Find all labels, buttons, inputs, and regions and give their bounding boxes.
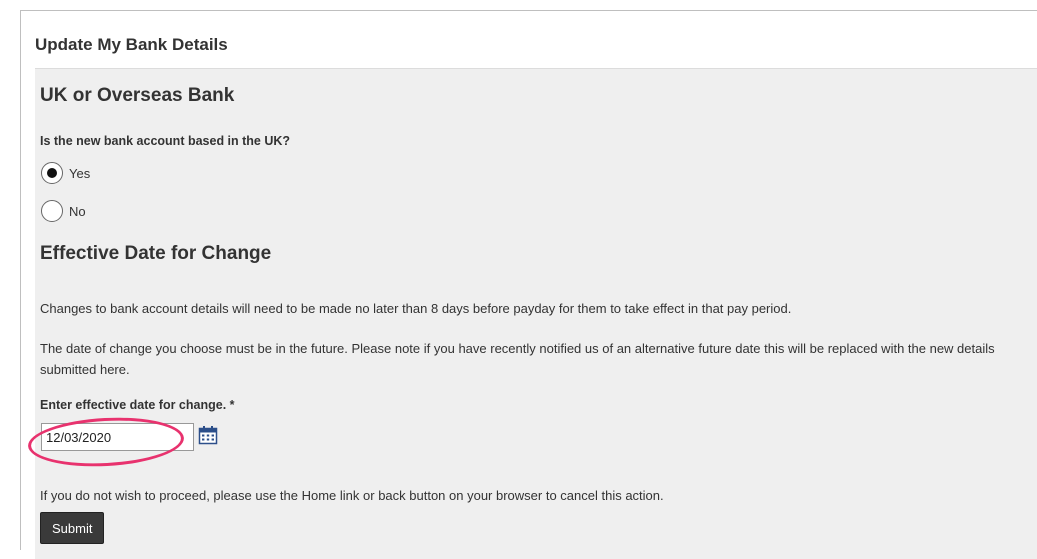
- radio-selected-dot: [47, 168, 57, 178]
- form-panel: UK or Overseas Bank Is the new bank acco…: [26, 68, 1037, 559]
- uk-bank-question: Is the new bank account based in the UK?: [40, 134, 291, 148]
- section-heading-bank: UK or Overseas Bank: [40, 85, 235, 106]
- radio-option-yes[interactable]: Yes: [41, 162, 90, 184]
- page-title: Update My Bank Details: [35, 35, 228, 54]
- radio-no[interactable]: [41, 200, 63, 222]
- effective-date-label: Enter effective date for change. *: [40, 398, 235, 412]
- future-date-notice: The date of change you choose must be in…: [40, 341, 995, 377]
- cancel-instruction: If you do not wish to proceed, please us…: [40, 488, 664, 503]
- submit-button[interactable]: Submit: [40, 512, 105, 544]
- radio-label-no: No: [69, 203, 86, 219]
- radio-yes[interactable]: [41, 162, 63, 184]
- payday-notice: Changes to bank account details will nee…: [40, 301, 792, 316]
- radio-option-no[interactable]: No: [41, 200, 86, 222]
- section-heading-effective-date: Effective Date for Change: [40, 243, 272, 264]
- effective-date-input[interactable]: [41, 423, 194, 451]
- radio-label-yes: Yes: [69, 165, 91, 181]
- content-frame: Update My Bank Details UK or Overseas Ba…: [20, 10, 1037, 559]
- calendar-icon[interactable]: [198, 425, 218, 445]
